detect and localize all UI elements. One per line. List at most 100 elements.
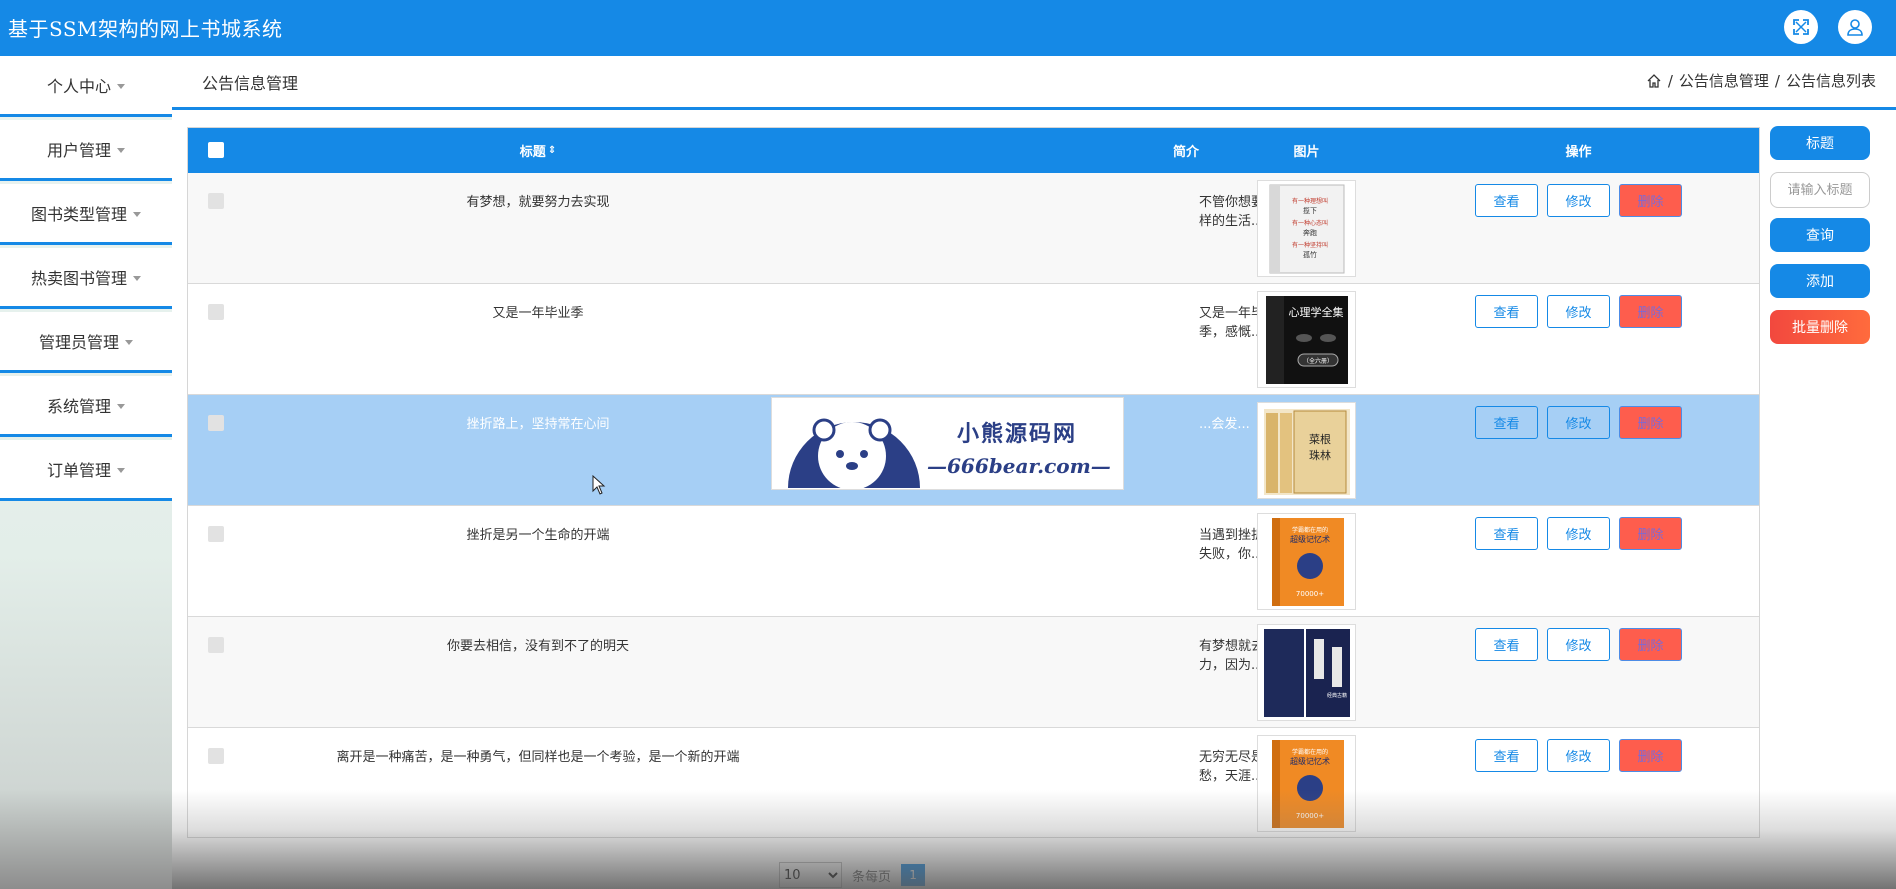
page-number-button[interactable]: 1 bbox=[901, 864, 926, 886]
sidebar-item-personal-center[interactable]: 个人中心 bbox=[0, 56, 172, 117]
sidebar-item-label: 订单管理 bbox=[46, 461, 111, 480]
sidebar-item-users[interactable]: 用户管理 bbox=[0, 120, 172, 181]
home-icon[interactable] bbox=[1646, 73, 1662, 89]
edit-button[interactable]: 修改 bbox=[1547, 406, 1610, 439]
book-cover-image: 有一种理想叫 揽下 有一种心态叫 奔跑 有一种坚持叫 孤竹 bbox=[1257, 180, 1356, 277]
column-header-title[interactable]: 标题 ⇕ bbox=[288, 128, 788, 173]
cell-brief: 当遇到挫折或失败，你... bbox=[1199, 528, 1278, 562]
delete-button[interactable]: 删除 bbox=[1619, 406, 1682, 439]
table-row[interactable]: 你要去相信，没有到不了的明天 有梦想就去努力，因为... 经典古籍 查看 修改 … bbox=[188, 617, 1759, 728]
breadcrumb-item-notice-management[interactable]: 公告信息管理 bbox=[1679, 70, 1769, 91]
table-row[interactable]: 有梦想，就要努力去实现 不管你想要怎样的生活... 有一种理想叫 揽下 有一种心… bbox=[188, 173, 1759, 284]
sidebar-item-label: 用户管理 bbox=[46, 141, 111, 160]
view-button[interactable]: 查看 bbox=[1475, 739, 1538, 772]
sidebar-item-system[interactable]: 系统管理 bbox=[0, 376, 172, 437]
chevron-down-icon bbox=[125, 339, 133, 345]
search-button[interactable]: 查询 bbox=[1770, 218, 1870, 252]
page-title: 公告信息管理 bbox=[202, 74, 299, 93]
cell-brief: 无穷无尽是离愁，天涯... bbox=[1199, 750, 1278, 784]
book-cover-image: 学霸都在用的 超级记忆术 70000+ bbox=[1257, 735, 1356, 832]
view-button[interactable]: 查看 bbox=[1475, 184, 1538, 217]
user-icon bbox=[1847, 19, 1863, 36]
breadcrumb: / 公告信息管理 / 公告信息列表 bbox=[1646, 70, 1876, 91]
add-button[interactable]: 添加 bbox=[1770, 264, 1870, 298]
svg-text:学霸都在用的: 学霸都在用的 bbox=[1291, 748, 1327, 756]
row-checkbox[interactable] bbox=[208, 193, 224, 209]
svg-text:70000+: 70000+ bbox=[1295, 590, 1323, 598]
chevron-down-icon bbox=[117, 403, 125, 409]
svg-text:70000+: 70000+ bbox=[1295, 812, 1323, 820]
svg-text:有一种理想叫: 有一种理想叫 bbox=[1291, 197, 1327, 205]
sidebar-item-orders[interactable]: 订单管理 bbox=[0, 440, 172, 501]
svg-text:经典古籍: 经典古籍 bbox=[1326, 692, 1346, 699]
svg-text:奔跑: 奔跑 bbox=[1303, 228, 1317, 237]
edit-button[interactable]: 修改 bbox=[1547, 295, 1610, 328]
svg-text:心理学全集: 心理学全集 bbox=[1288, 305, 1343, 319]
edit-button[interactable]: 修改 bbox=[1547, 628, 1610, 661]
delete-button[interactable]: 删除 bbox=[1619, 628, 1682, 661]
row-checkbox[interactable] bbox=[208, 748, 224, 764]
watermark-logo: 小熊源码网 —666bear.com— bbox=[771, 397, 1124, 490]
row-checkbox[interactable] bbox=[208, 637, 224, 653]
table-row[interactable]: 又是一年毕业季 又是一年毕业季，感慨... 心理学全集 （全六册） 查看 修改 … bbox=[188, 284, 1759, 395]
pagination: 10 条每页 1 bbox=[779, 862, 926, 888]
chevron-down-icon bbox=[117, 83, 125, 89]
sort-icon: ⇕ bbox=[547, 144, 557, 156]
table-row[interactable]: 挫折是另一个生命的开端 当遇到挫折或失败，你... 学霸都在用的 超级记忆术 7… bbox=[188, 506, 1759, 617]
book-cover-image: 经典古籍 bbox=[1257, 624, 1356, 721]
fullscreen-button[interactable] bbox=[1784, 10, 1818, 44]
cell-brief: 又是一年毕业季，感慨... bbox=[1199, 306, 1278, 340]
column-header-image: 图片 bbox=[1293, 145, 1320, 160]
delete-button[interactable]: 删除 bbox=[1619, 517, 1682, 550]
svg-text:菜根: 菜根 bbox=[1309, 432, 1331, 446]
sidebar-item-label: 热卖图书管理 bbox=[30, 269, 127, 288]
sidebar-item-hot-books[interactable]: 热卖图书管理 bbox=[0, 248, 172, 309]
view-button[interactable]: 查看 bbox=[1475, 406, 1538, 439]
book-cover-image: 菜根 珠林 bbox=[1257, 402, 1356, 499]
watermark-url: —666bear.com— bbox=[927, 454, 1111, 478]
table-header: 标题 ⇕ 简介 图片 操作 bbox=[188, 128, 1759, 173]
sidebar-item-admins[interactable]: 管理员管理 bbox=[0, 312, 172, 373]
cell-title: 又是一年毕业季 bbox=[492, 306, 584, 321]
watermark-text: 小熊源码网 bbox=[957, 421, 1078, 447]
view-button[interactable]: 查看 bbox=[1475, 295, 1538, 328]
top-bar: 基于SSM架构的网上书城系统 bbox=[0, 0, 1896, 56]
app-title: 基于SSM架构的网上书城系统 bbox=[8, 17, 283, 41]
table-row[interactable]: 离开是一种痛苦，是一种勇气，但同样也是一个考验，是一个新的开端 无穷无尽是离愁，… bbox=[188, 728, 1759, 837]
edit-button[interactable]: 修改 bbox=[1547, 184, 1610, 217]
page-size-select[interactable]: 10 bbox=[779, 862, 842, 888]
row-checkbox[interactable] bbox=[208, 526, 224, 542]
column-header-actions: 操作 bbox=[1565, 145, 1592, 160]
breadcrumb-separator: / bbox=[1774, 71, 1780, 90]
breadcrumb-item-notice-list: 公告信息列表 bbox=[1785, 72, 1876, 90]
cell-title: 挫折是另一个生命的开端 bbox=[466, 528, 610, 543]
cell-title: 你要去相信，没有到不了的明天 bbox=[446, 639, 629, 654]
sidebar-item-book-types[interactable]: 图书类型管理 bbox=[0, 184, 172, 245]
cell-brief: 有梦想就去努力，因为... bbox=[1199, 639, 1278, 673]
sidebar: 个人中心 用户管理 图书类型管理 热卖图书管理 管理员管理 系统管理 订单管理 bbox=[0, 56, 172, 889]
svg-text:有一种心态叫: 有一种心态叫 bbox=[1291, 219, 1327, 227]
row-checkbox[interactable] bbox=[208, 304, 224, 320]
edit-button[interactable]: 修改 bbox=[1547, 517, 1610, 550]
fullscreen-icon bbox=[1793, 19, 1809, 35]
batch-delete-button[interactable]: 批量删除 bbox=[1770, 310, 1870, 344]
sidebar-item-label: 个人中心 bbox=[46, 77, 111, 96]
mouse-cursor-icon bbox=[592, 475, 606, 495]
user-button[interactable] bbox=[1838, 10, 1872, 44]
svg-text:有一种坚持叫: 有一种坚持叫 bbox=[1291, 241, 1327, 249]
edit-button[interactable]: 修改 bbox=[1547, 739, 1610, 772]
cell-title: 挫折路上，坚持常在心间 bbox=[466, 417, 610, 432]
title-search-input[interactable] bbox=[1770, 172, 1870, 208]
select-all-checkbox[interactable] bbox=[208, 142, 224, 158]
delete-button[interactable]: 删除 bbox=[1619, 184, 1682, 217]
row-checkbox[interactable] bbox=[208, 415, 224, 431]
delete-button[interactable]: 删除 bbox=[1619, 739, 1682, 772]
svg-text:揽下: 揽下 bbox=[1303, 206, 1317, 215]
bear-icon bbox=[788, 418, 920, 488]
delete-button[interactable]: 删除 bbox=[1619, 295, 1682, 328]
view-button[interactable]: 查看 bbox=[1475, 517, 1538, 550]
breadcrumb-separator: / bbox=[1667, 71, 1673, 90]
svg-text:珠林: 珠林 bbox=[1309, 448, 1331, 462]
sidebar-item-label: 图书类型管理 bbox=[30, 205, 127, 224]
view-button[interactable]: 查看 bbox=[1475, 628, 1538, 661]
